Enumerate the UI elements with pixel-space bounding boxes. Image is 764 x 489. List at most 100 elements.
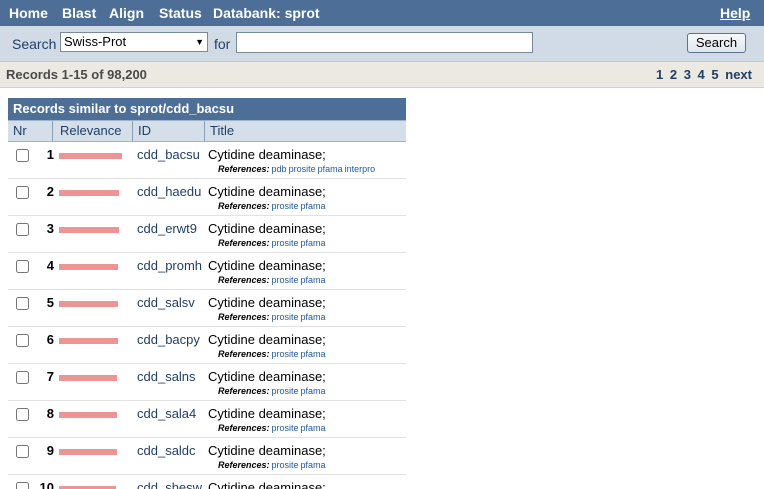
table-row: 3 cdd_erwt9 Cytidine deaminase; References:… xyxy=(8,216,406,253)
reference-link[interactable]: pfama xyxy=(301,423,326,433)
nav-status-link[interactable]: Status xyxy=(159,5,202,21)
references-label: References: xyxy=(218,201,270,211)
reference-link[interactable]: prosite xyxy=(272,275,299,285)
reference-link[interactable]: interpro xyxy=(345,164,376,174)
reference-link[interactable]: pfama xyxy=(301,460,326,470)
references-label: References: xyxy=(218,238,270,248)
results-list: 1 cdd_bacsu Cytidine deaminase; References:… xyxy=(8,142,406,489)
row-number: 2 xyxy=(46,184,54,199)
nav-home-link[interactable]: Home xyxy=(9,5,48,21)
record-id-link[interactable]: cdd_haedu xyxy=(137,184,201,199)
column-header-title[interactable]: Title xyxy=(210,123,234,138)
record-id-link[interactable]: cdd_bacpy xyxy=(137,332,200,347)
record-title: Cytidine deaminase; xyxy=(208,184,326,199)
record-id-link[interactable]: cdd_shesw xyxy=(137,480,202,489)
nav-help-link[interactable]: Help xyxy=(720,5,750,21)
similar-records-panel: Records similar to sprot/cdd_bacsu Nr Re… xyxy=(8,98,406,489)
row-number: 10 xyxy=(39,480,54,489)
search-button[interactable]: Search xyxy=(687,33,746,53)
row-select-checkbox[interactable] xyxy=(16,260,29,273)
row-number: 6 xyxy=(46,332,54,347)
references-label: References: xyxy=(218,423,270,433)
table-row: 2 cdd_haedu Cytidine deaminase; References:… xyxy=(8,179,406,216)
nav-databank-label: Databank: sprot xyxy=(213,5,320,21)
references-label: References: xyxy=(218,349,270,359)
reference-link[interactable]: prosite xyxy=(272,238,299,248)
row-number: 5 xyxy=(46,295,54,310)
table-row: 5 cdd_salsv Cytidine deaminase; References:… xyxy=(8,290,406,327)
references-label: References: xyxy=(218,386,270,396)
references-label: References: xyxy=(218,460,270,470)
row-select-checkbox[interactable] xyxy=(16,445,29,458)
record-id-link[interactable]: cdd_promh xyxy=(137,258,202,273)
references-label: References: xyxy=(218,312,270,322)
table-row: 7 cdd_salns Cytidine deaminase; References:… xyxy=(8,364,406,401)
row-select-checkbox[interactable] xyxy=(16,297,29,310)
reference-link[interactable]: pfama xyxy=(301,386,326,396)
record-title: Cytidine deaminase; xyxy=(208,221,326,236)
reference-link[interactable]: pdb xyxy=(272,164,287,174)
table-row: 9 cdd_saldc Cytidine deaminase; References:… xyxy=(8,438,406,475)
page-link-5[interactable]: 5 xyxy=(711,67,718,82)
reference-link[interactable]: pfama xyxy=(301,275,326,285)
row-select-checkbox[interactable] xyxy=(16,371,29,384)
row-select-checkbox[interactable] xyxy=(16,186,29,199)
relevance-bar xyxy=(59,301,118,307)
nav-align-link[interactable]: Align xyxy=(109,5,144,21)
relevance-bar xyxy=(59,412,117,418)
row-select-checkbox[interactable] xyxy=(16,149,29,162)
relevance-bar xyxy=(59,190,119,196)
column-header-row: Nr Relevance ID Title xyxy=(8,120,406,142)
reference-link[interactable]: pfama xyxy=(301,238,326,248)
record-title: Cytidine deaminase; xyxy=(208,147,326,162)
search-bar: Search Swiss-Prot ▼ for Search xyxy=(0,26,764,62)
record-references: References: prosite pfama xyxy=(218,460,326,470)
nav-blast-link[interactable]: Blast xyxy=(62,5,96,21)
row-select-checkbox[interactable] xyxy=(16,482,29,489)
reference-link[interactable]: prosite xyxy=(289,164,316,174)
reference-link[interactable]: prosite xyxy=(272,349,299,359)
references-label: References: xyxy=(218,164,270,174)
reference-link[interactable]: prosite xyxy=(272,423,299,433)
relevance-bar xyxy=(59,338,118,344)
record-id-link[interactable]: cdd_bacsu xyxy=(137,147,200,162)
record-title: Cytidine deaminase; xyxy=(208,295,326,310)
row-number: 8 xyxy=(46,406,54,421)
page-link-2[interactable]: 2 xyxy=(670,67,677,82)
record-references: References: pdb prosite pfama interpro xyxy=(218,164,375,174)
databank-select[interactable]: Swiss-Prot ▼ xyxy=(60,32,208,52)
pagination: 1 2 3 4 5 next xyxy=(653,67,752,82)
record-references: References: prosite pfama xyxy=(218,275,326,285)
row-select-checkbox[interactable] xyxy=(16,334,29,347)
reference-link[interactable]: pfama xyxy=(301,312,326,322)
page-link-1[interactable]: 1 xyxy=(656,67,663,82)
dropdown-arrow-icon[interactable]: ▼ xyxy=(195,33,204,51)
column-divider xyxy=(204,121,205,141)
column-header-relevance[interactable]: Relevance xyxy=(60,123,121,138)
row-select-checkbox[interactable] xyxy=(16,223,29,236)
relevance-bar xyxy=(59,375,117,381)
reference-link[interactable]: prosite xyxy=(272,386,299,396)
record-id-link[interactable]: cdd_salsv xyxy=(137,295,195,310)
next-page-link[interactable]: next xyxy=(725,67,752,82)
record-id-link[interactable]: cdd_sala4 xyxy=(137,406,196,421)
search-label: Search xyxy=(12,36,57,52)
row-select-checkbox[interactable] xyxy=(16,408,29,421)
page-link-4[interactable]: 4 xyxy=(698,67,705,82)
reference-link[interactable]: pfama xyxy=(318,164,343,174)
page-link-3[interactable]: 3 xyxy=(684,67,691,82)
reference-link[interactable]: prosite xyxy=(272,201,299,211)
record-id-link[interactable]: cdd_erwt9 xyxy=(137,221,197,236)
relevance-bar xyxy=(59,264,118,270)
reference-link[interactable]: prosite xyxy=(272,312,299,322)
row-number: 3 xyxy=(46,221,54,236)
column-header-nr[interactable]: Nr xyxy=(13,123,27,138)
reference-link[interactable]: prosite xyxy=(272,460,299,470)
record-id-link[interactable]: cdd_salns xyxy=(137,369,196,384)
records-count: Records 1-15 of 98,200 xyxy=(6,67,147,82)
reference-link[interactable]: pfama xyxy=(301,349,326,359)
record-id-link[interactable]: cdd_saldc xyxy=(137,443,196,458)
reference-link[interactable]: pfama xyxy=(301,201,326,211)
search-query-input[interactable] xyxy=(236,32,533,53)
column-header-id[interactable]: ID xyxy=(138,123,151,138)
